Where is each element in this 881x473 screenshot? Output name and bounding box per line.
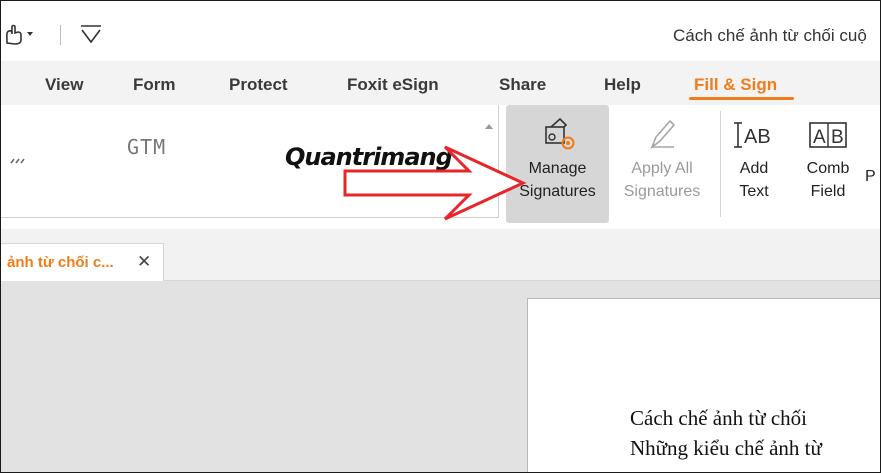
tab-foxit-esign[interactable]: Foxit eSign xyxy=(347,75,439,95)
apply-all-label-line1: Apply All xyxy=(631,160,693,177)
tab-fill-sign[interactable]: Fill & Sign xyxy=(694,75,777,95)
document-tabs-bar: ảnh từ chối c... ✕ xyxy=(1,229,880,282)
quick-access-separator xyxy=(60,25,61,45)
active-tab-indicator xyxy=(689,97,794,100)
svg-text:AB: AB xyxy=(744,126,771,148)
touch-mode-icon[interactable] xyxy=(3,23,35,45)
tab-view[interactable]: View xyxy=(45,75,83,95)
window-title: Cách chế ảnh từ chối cuộ xyxy=(673,26,867,45)
app-window: Cách chế ảnh từ chối cuộ View Form Prote… xyxy=(0,0,881,473)
svg-text:B: B xyxy=(831,127,844,148)
partial-ribbon-label: P xyxy=(865,168,876,185)
red-arrow-annotation xyxy=(343,145,527,221)
signature-thumbnail-1[interactable] xyxy=(9,151,33,167)
add-text-icon: AB xyxy=(734,122,771,148)
tab-form[interactable]: Form xyxy=(133,75,176,95)
add-text-label-line1: Add xyxy=(739,160,769,177)
document-page: Cách chế ảnh từ chối Những kiểu chế ảnh … xyxy=(527,298,880,472)
tab-protect[interactable]: Protect xyxy=(229,75,288,95)
close-icon[interactable]: ✕ xyxy=(137,252,151,272)
apply-all-signatures-button[interactable]: Apply All Signatures xyxy=(613,105,711,223)
signature-initials: GTM xyxy=(127,135,167,159)
ribbon-separator xyxy=(720,111,721,217)
apply-all-label-line2: Signatures xyxy=(623,183,701,200)
tab-help[interactable]: Help xyxy=(604,75,641,95)
comb-field-icon: A B xyxy=(809,122,847,148)
comb-field-label-line1: Comb xyxy=(806,160,850,177)
document-tab-label: ảnh từ chối c... xyxy=(7,254,114,271)
partial-ribbon-button[interactable]: P xyxy=(865,105,879,223)
svg-text:A: A xyxy=(813,127,826,148)
add-text-button[interactable]: AB Add Text xyxy=(729,105,779,223)
comb-field-button[interactable]: A B Comb Field xyxy=(799,105,857,223)
tab-share[interactable]: Share xyxy=(499,75,546,95)
page-text-line-1: Cách chế ảnh từ chối xyxy=(630,406,807,430)
document-workspace: Cách chế ảnh từ chối Những kiểu chế ảnh … xyxy=(1,281,880,472)
title-bar: Cách chế ảnh từ chối cuộ xyxy=(1,1,880,61)
pen-icon xyxy=(650,119,676,150)
add-text-label-line2: Text xyxy=(739,183,769,200)
comb-field-label-line2: Field xyxy=(810,183,846,200)
customize-quick-access-icon[interactable] xyxy=(79,23,103,45)
document-tab[interactable]: ảnh từ chối c... ✕ xyxy=(1,243,164,282)
page-text-line-2: Những kiểu chế ảnh từ xyxy=(630,436,822,460)
manage-signatures-icon xyxy=(544,117,574,150)
signature-thumbnail-2[interactable]: GTM xyxy=(127,135,187,175)
